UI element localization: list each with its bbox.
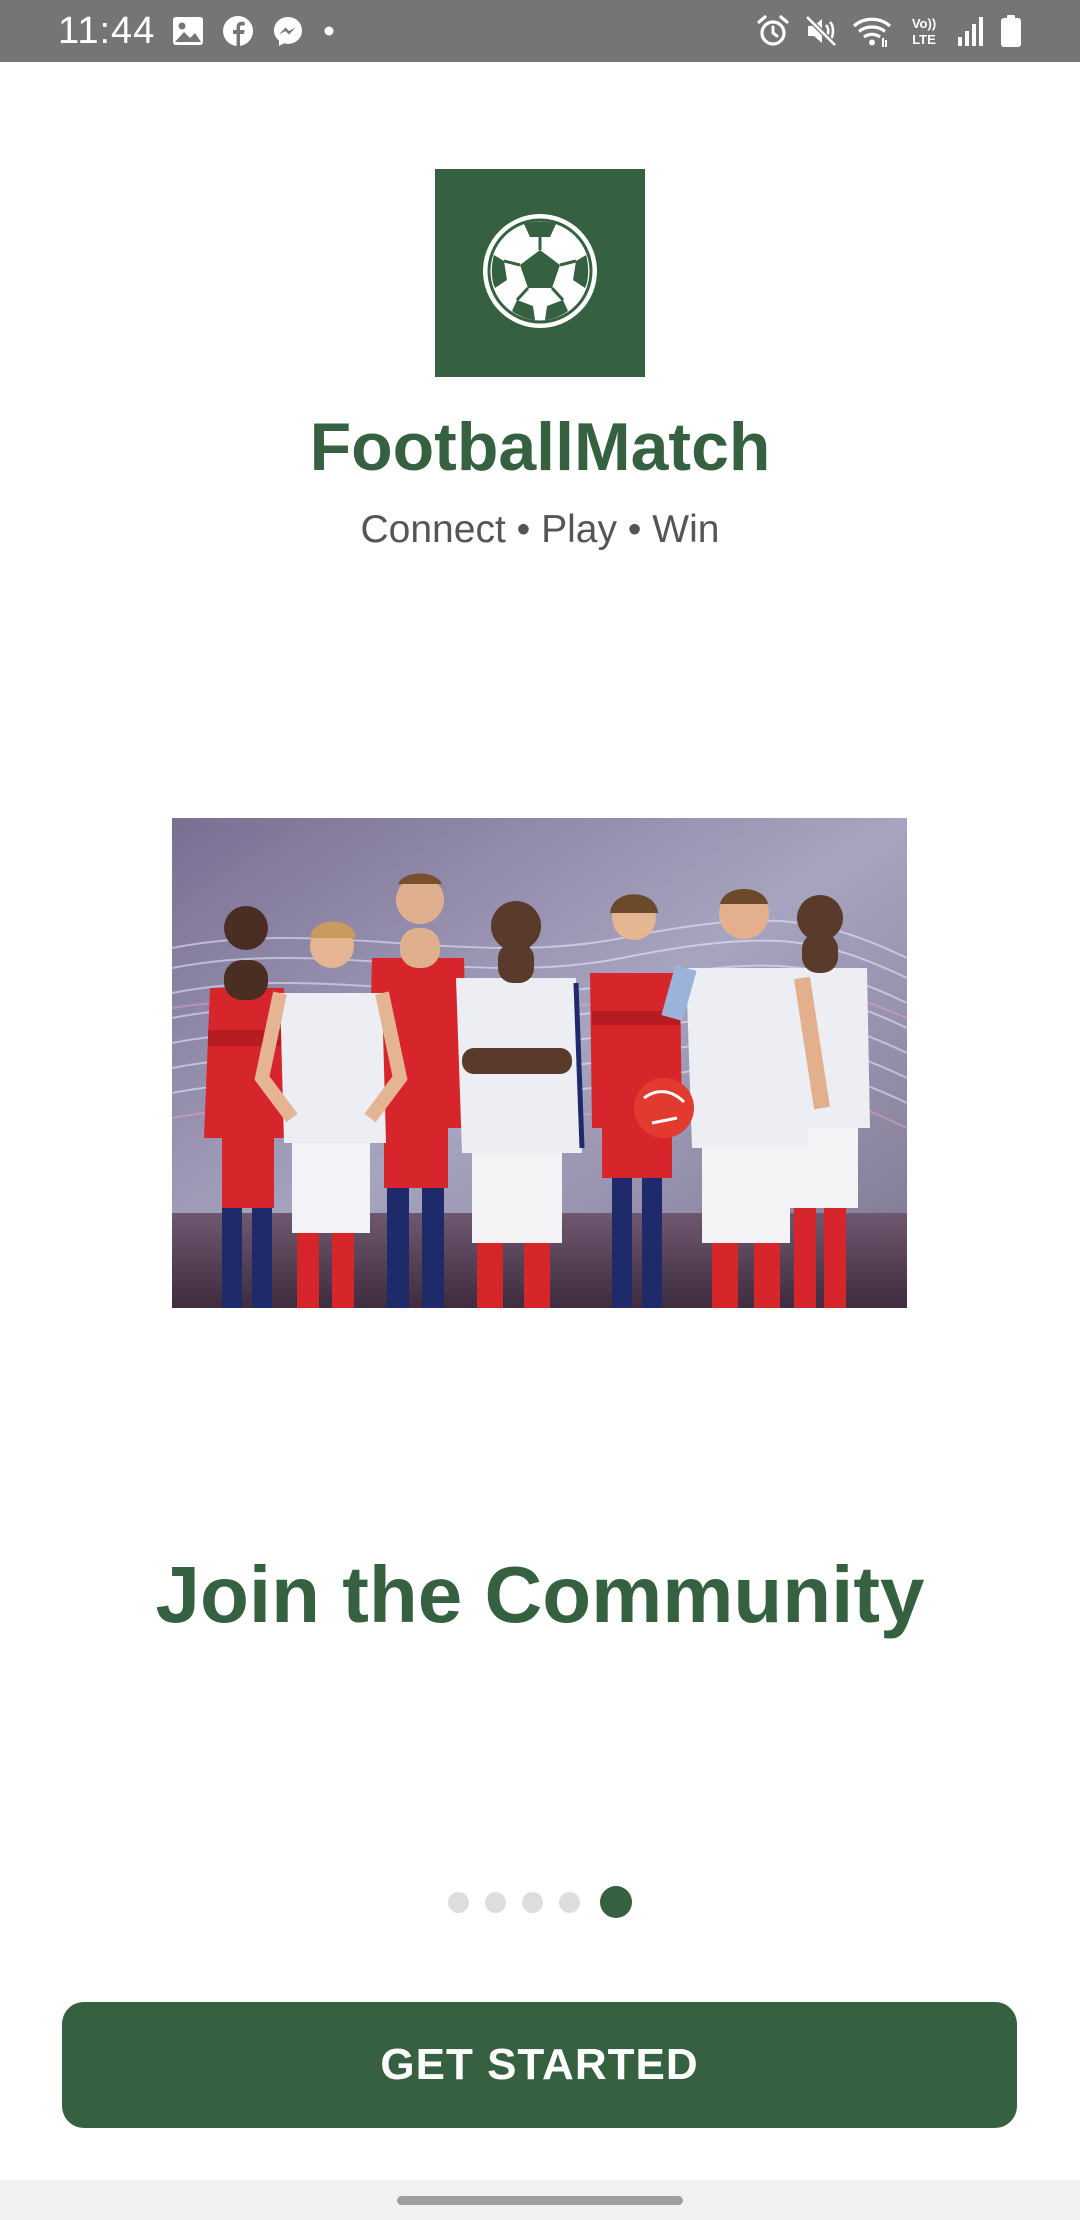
page-dot[interactable] xyxy=(485,1891,506,1913)
gallery-icon xyxy=(172,16,204,46)
svg-text:LTE: LTE xyxy=(912,32,936,47)
status-left-icons xyxy=(172,14,336,48)
app-name: FootballMatch xyxy=(309,409,771,485)
mute-icon xyxy=(804,14,838,48)
home-indicator[interactable] xyxy=(397,2196,683,2205)
slide-title: Join the Community xyxy=(155,1550,925,1639)
battery-icon xyxy=(1000,14,1022,48)
soccer-ball-icon xyxy=(479,210,601,337)
page-dot[interactable] xyxy=(448,1891,469,1913)
page-indicator xyxy=(0,1885,1080,1919)
page-dot-active[interactable] xyxy=(600,1886,632,1918)
page-dot[interactable] xyxy=(522,1891,543,1913)
app-tagline: Connect • Play • Win xyxy=(360,508,720,551)
signal-icon xyxy=(956,15,986,47)
messenger-icon xyxy=(272,15,304,47)
status-time: 11:44 xyxy=(58,10,156,52)
get-started-button[interactable]: GET STARTED xyxy=(62,2002,1017,2128)
status-right-icons: Vo)) LTE xyxy=(756,12,1022,50)
app-logo xyxy=(435,169,645,377)
dot-icon xyxy=(322,24,336,38)
team-photo xyxy=(172,818,907,1308)
facebook-icon xyxy=(222,15,254,47)
alarm-icon xyxy=(756,14,790,48)
page-dot[interactable] xyxy=(559,1891,580,1913)
wifi-icon xyxy=(852,14,892,48)
system-nav-bar xyxy=(0,2180,1080,2220)
svg-text:Vo)): Vo)) xyxy=(912,16,936,31)
volte-icon: Vo)) LTE xyxy=(906,13,942,49)
status-bar: 11:44 Vo)) LTE xyxy=(0,0,1080,62)
